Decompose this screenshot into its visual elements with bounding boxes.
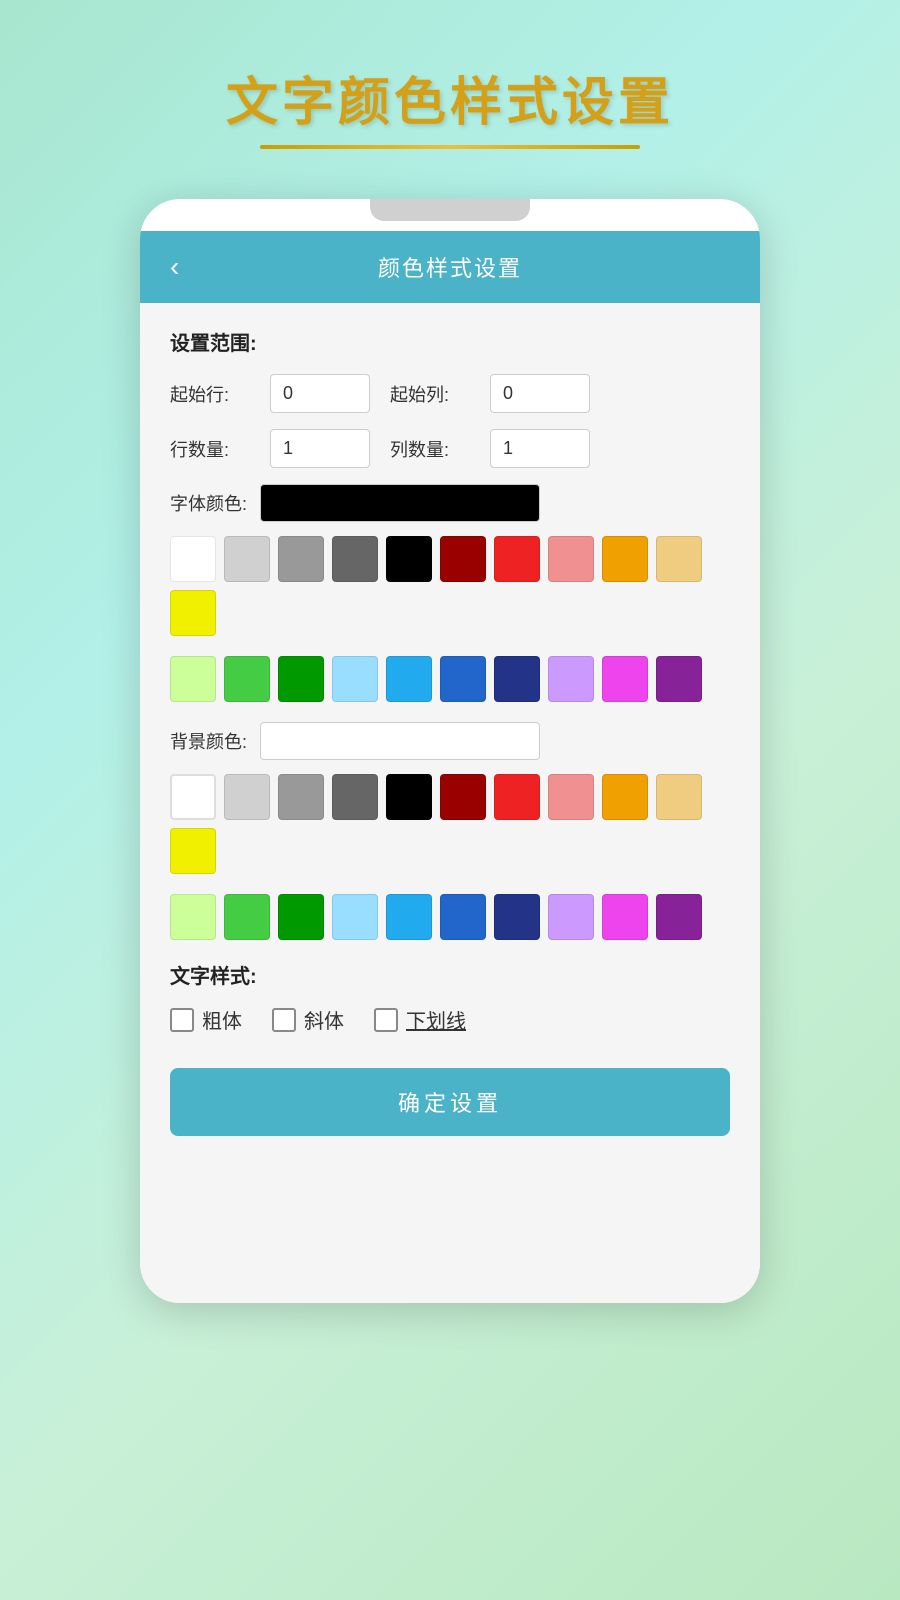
font-color-green[interactable] [224, 656, 270, 702]
bg-color-preview-row: 背景颜色: [170, 722, 730, 760]
bg-color-preview[interactable] [260, 722, 540, 760]
bg-color-red[interactable] [494, 774, 540, 820]
font-color-black[interactable] [386, 536, 432, 582]
font-color-light-orange[interactable] [656, 536, 702, 582]
bg-color-label: 背景颜色: [170, 728, 260, 754]
bold-option[interactable]: 粗体 [170, 1005, 242, 1034]
bg-color-light-purple[interactable] [548, 894, 594, 940]
font-color-dark-gray[interactable] [332, 536, 378, 582]
font-color-sky-blue[interactable] [386, 656, 432, 702]
font-color-navy[interactable] [494, 656, 540, 702]
font-color-white[interactable] [170, 536, 216, 582]
bg-color-light-blue[interactable] [332, 894, 378, 940]
bg-color-light-orange[interactable] [656, 774, 702, 820]
bold-label: 粗体 [202, 1005, 242, 1034]
page-title: 文字颜色样式设置 [226, 60, 674, 135]
col-count-label: 列数量: [390, 436, 470, 462]
bg-color-white[interactable] [170, 774, 216, 820]
page-title-area: 文字颜色样式设置 [226, 60, 674, 149]
row-count-input[interactable] [270, 429, 370, 468]
bg-color-dark-red[interactable] [440, 774, 486, 820]
font-color-light-purple[interactable] [548, 656, 594, 702]
bg-color-black[interactable] [386, 774, 432, 820]
font-color-pink[interactable] [548, 536, 594, 582]
bg-color-light-green[interactable] [170, 894, 216, 940]
font-color-yellow[interactable] [170, 590, 216, 636]
font-color-dark-red[interactable] [440, 536, 486, 582]
start-row-label: 起始行: [170, 381, 250, 407]
app-header: ‹ 颜色样式设置 [140, 231, 760, 303]
bg-color-grid-row1 [170, 774, 730, 874]
title-underline [260, 145, 640, 149]
range-section-label: 设置范围: [170, 327, 730, 356]
bg-color-blue[interactable] [440, 894, 486, 940]
bg-color-dark-green[interactable] [278, 894, 324, 940]
italic-label: 斜体 [304, 1005, 344, 1034]
font-color-label: 字体颜色: [170, 490, 260, 516]
phone-notch [370, 199, 530, 221]
font-color-grid-row2 [170, 656, 730, 702]
bg-color-yellow[interactable] [170, 828, 216, 874]
bg-color-green[interactable] [224, 894, 270, 940]
bg-color-gray[interactable] [278, 774, 324, 820]
app-content: 设置范围: 起始行: 起始列: 行数量: 列数量: 字体颜色: [140, 303, 760, 1303]
bg-color-light-gray[interactable] [224, 774, 270, 820]
bg-color-pink[interactable] [548, 774, 594, 820]
font-color-preview-row: 字体颜色: [170, 484, 730, 522]
style-options-row: 粗体 斜体 下划线 [170, 1005, 730, 1034]
phone-frame: ‹ 颜色样式设置 设置范围: 起始行: 起始列: 行数量: 列数量: 字体颜色: [140, 199, 760, 1303]
font-color-light-gray[interactable] [224, 536, 270, 582]
font-color-red[interactable] [494, 536, 540, 582]
back-button[interactable]: ‹ [170, 251, 179, 283]
col-count-input[interactable] [490, 429, 590, 468]
bg-color-grid-row2 [170, 894, 730, 940]
text-style-label: 文字样式: [170, 960, 730, 989]
font-color-purple[interactable] [656, 656, 702, 702]
font-color-grid-row1 [170, 536, 730, 636]
count-form-row: 行数量: 列数量: [170, 429, 730, 468]
bold-checkbox[interactable] [170, 1008, 194, 1032]
underline-checkbox[interactable] [374, 1008, 398, 1032]
bg-color-dark-gray[interactable] [332, 774, 378, 820]
confirm-button[interactable]: 确定设置 [170, 1068, 730, 1136]
header-title: 颜色样式设置 [378, 251, 522, 283]
bg-color-sky-blue[interactable] [386, 894, 432, 940]
row-count-label: 行数量: [170, 436, 250, 462]
italic-option[interactable]: 斜体 [272, 1005, 344, 1034]
bg-color-orange[interactable] [602, 774, 648, 820]
start-col-input[interactable] [490, 374, 590, 413]
bg-color-magenta[interactable] [602, 894, 648, 940]
underline-label: 下划线 [406, 1005, 466, 1034]
underline-option[interactable]: 下划线 [374, 1005, 466, 1034]
font-color-blue[interactable] [440, 656, 486, 702]
bg-color-purple[interactable] [656, 894, 702, 940]
start-row-input[interactable] [270, 374, 370, 413]
font-color-magenta[interactable] [602, 656, 648, 702]
font-color-orange[interactable] [602, 536, 648, 582]
start-col-label: 起始列: [390, 381, 470, 407]
bg-color-navy[interactable] [494, 894, 540, 940]
font-color-preview[interactable] [260, 484, 540, 522]
font-color-dark-green[interactable] [278, 656, 324, 702]
font-color-light-green[interactable] [170, 656, 216, 702]
italic-checkbox[interactable] [272, 1008, 296, 1032]
font-color-gray[interactable] [278, 536, 324, 582]
start-row-form-row: 起始行: 起始列: [170, 374, 730, 413]
font-color-light-blue[interactable] [332, 656, 378, 702]
